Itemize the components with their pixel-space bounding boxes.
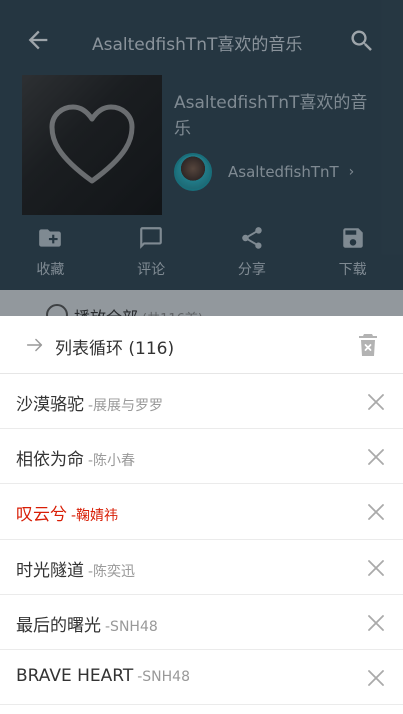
close-icon[interactable] bbox=[366, 447, 386, 467]
song-artist: -SNH48 bbox=[105, 618, 158, 635]
trash-icon[interactable] bbox=[356, 332, 380, 358]
song-item[interactable]: BRAVE HEART -SNH48 bbox=[0, 650, 403, 706]
song-title: 相依为命 -陈小春 bbox=[16, 450, 136, 471]
play-mode-label[interactable]: 列表循环 (116) bbox=[55, 334, 174, 359]
song-artist: -陈小春 bbox=[88, 453, 136, 470]
song-title: 沙漠骆驼 -展展与罗罗 bbox=[16, 395, 164, 415]
song-artist: -鞠婧祎 bbox=[71, 508, 119, 525]
song-artist: -陈奕迅 bbox=[88, 563, 136, 580]
song-title: BRAVE HEART -SNH48 bbox=[16, 665, 190, 686]
play-queue-sheet: 列表循环 (116) 沙漠骆驼 -展展与罗罗 相依为命 -陈小春 叹云兮 -鞠婧祎 时… bbox=[0, 316, 403, 714]
arrow-right-icon[interactable] bbox=[24, 334, 46, 356]
song-artist: -展展与罗罗 bbox=[88, 398, 164, 414]
song-item[interactable]: 最后的曙光 -SNH48 bbox=[0, 595, 403, 650]
song-title: 时光隧道 -陈奕迅 bbox=[16, 560, 136, 581]
song-artist: -SNH48 bbox=[137, 668, 190, 685]
close-icon[interactable] bbox=[366, 502, 386, 522]
song-title: 叹云兮 -鞠婧祎 bbox=[16, 505, 119, 526]
song-item[interactable]: 相依为命 -陈小春 bbox=[0, 429, 403, 485]
song-item[interactable]: 沙漠骆驼 -展展与罗罗 bbox=[0, 374, 403, 430]
song-item[interactable]: 时光隧道 -陈奕迅 bbox=[0, 540, 403, 595]
close-icon[interactable] bbox=[366, 558, 386, 578]
close-icon[interactable] bbox=[366, 668, 386, 688]
close-icon[interactable] bbox=[366, 613, 386, 633]
queue-list: 沙漠骆驼 -展展与罗罗 相依为命 -陈小春 叹云兮 -鞠婧祎 时光隧道 -陈奕迅 最后的… bbox=[0, 374, 403, 706]
song-item-playing[interactable]: 叹云兮 -鞠婧祎 bbox=[0, 484, 403, 540]
song-title: 最后的曙光 -SNH48 bbox=[16, 615, 158, 636]
close-icon[interactable] bbox=[366, 392, 386, 412]
queue-header: 列表循环 (116) bbox=[0, 316, 403, 374]
